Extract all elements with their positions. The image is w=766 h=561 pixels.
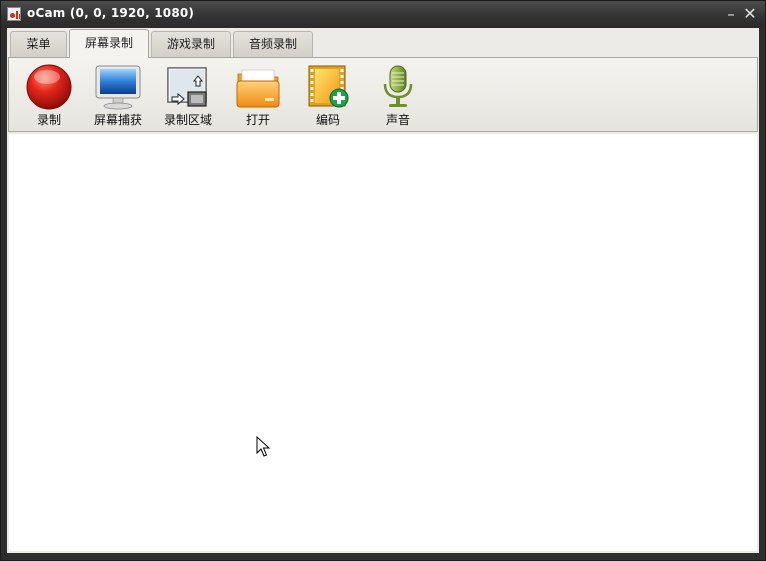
record-area-button[interactable]: 录制区域 xyxy=(155,58,221,132)
screen-capture-label: 屏幕捕获 xyxy=(93,113,142,127)
toolbar: 录制 屏幕捕获 录制区域 打开 编码 声音 xyxy=(8,57,758,132)
monitor-icon xyxy=(95,65,141,110)
recording-area xyxy=(9,134,757,551)
encode-button[interactable]: 编码 xyxy=(295,58,361,132)
record-label: 录制 xyxy=(36,113,61,127)
record-button[interactable]: 录制 xyxy=(16,58,82,132)
encode-label: 编码 xyxy=(315,113,340,127)
ocam-window: oCam (0, 0, 1920, 1080) – ✕ 菜单 屏幕录制 游戏录制… xyxy=(0,0,766,561)
sound-label: 声音 xyxy=(385,113,410,127)
tab-screen-record[interactable]: 屏幕录制 xyxy=(69,29,149,58)
mouse-cursor-icon xyxy=(256,436,271,457)
client-area: 菜单 屏幕录制 游戏录制 音频录制 录制 屏幕捕获 录制区域 打开 编码 声音 xyxy=(7,28,759,553)
close-button[interactable]: ✕ xyxy=(741,4,759,24)
tab-menu[interactable]: 菜单 xyxy=(10,31,67,57)
resize-area-icon xyxy=(167,67,207,107)
screen-capture-button[interactable]: 屏幕捕获 xyxy=(85,58,151,132)
microphone-icon xyxy=(383,65,413,107)
open-label: 打开 xyxy=(245,113,270,127)
minimize-button[interactable]: – xyxy=(722,4,740,24)
open-button[interactable]: 打开 xyxy=(225,58,291,132)
record-icon xyxy=(26,64,72,110)
folder-icon xyxy=(236,69,280,108)
tab-game-record[interactable]: 游戏录制 xyxy=(151,31,231,57)
film-add-icon xyxy=(308,65,349,108)
record-area-label: 录制区域 xyxy=(163,113,212,127)
tab-bar: 菜单 屏幕录制 游戏录制 音频录制 xyxy=(7,28,759,58)
window-title: oCam (0, 0, 1920, 1080) xyxy=(27,6,195,20)
tab-audio-record[interactable]: 音频录制 xyxy=(233,31,313,57)
sound-button[interactable]: 声音 xyxy=(365,58,431,132)
title-bar[interactable]: oCam (0, 0, 1920, 1080) – ✕ xyxy=(1,1,765,28)
ocam-app-icon xyxy=(7,7,21,21)
